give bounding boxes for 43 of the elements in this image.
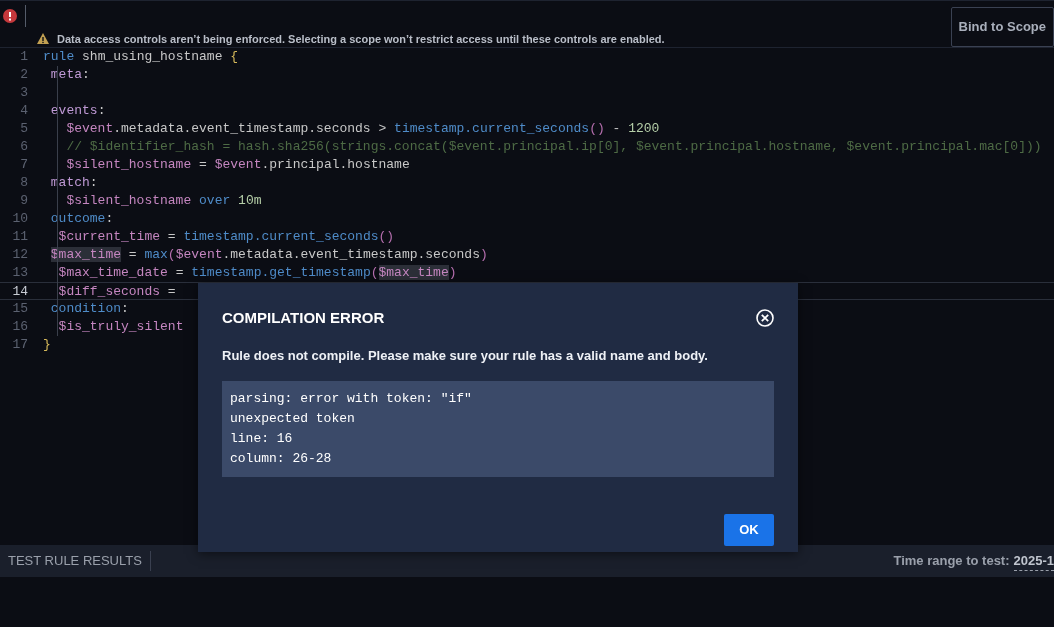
warning-icon	[37, 33, 49, 45]
code-line: condition:	[49, 300, 129, 318]
code-line: $max_time = max($event.metadata.event_timestamp.seconds)	[49, 246, 488, 264]
code-line: }	[42, 336, 51, 354]
line-number: 7	[19, 156, 29, 174]
code-line: $silent_hostname over 10m	[65, 192, 262, 210]
code-line: $silent_hostname = $event.principal.hostname	[65, 156, 410, 174]
line-number: 8	[19, 174, 29, 192]
line-number: 4	[19, 102, 29, 120]
time-range-label: Time range to test:	[893, 552, 1010, 571]
dialog-message: Rule does not compile. Please make sure your rule has a valid name and body.	[222, 346, 709, 365]
code-line: rule shm_using_hostname {	[42, 48, 239, 66]
close-icon[interactable]	[756, 309, 774, 328]
error-icon	[3, 8, 17, 23]
code-line: $is_truly_silent	[57, 318, 184, 336]
line-number: 10	[11, 210, 29, 228]
line-number: 16	[11, 318, 29, 336]
ok-button[interactable]: OK	[724, 514, 774, 546]
line-number: 15	[11, 300, 29, 318]
line-number: 5	[19, 120, 29, 138]
code-line: $current_time = timestamp.current_seconds()	[57, 228, 395, 246]
code-line: $max_time_date = timestamp.get_timestamp($max_time)	[57, 264, 457, 282]
line-number: 6	[19, 138, 29, 156]
code-line: outcome:	[49, 210, 114, 228]
line-number: 12	[11, 246, 29, 264]
line-number: 17	[11, 336, 29, 354]
line-number: 11	[11, 228, 29, 246]
line-number: 13	[11, 264, 29, 282]
line-number: 1	[19, 48, 29, 66]
code-line: events:	[49, 102, 106, 120]
dialog-title: COMPILATION ERROR	[222, 308, 385, 328]
test-rule-results-label: TEST RULE RESULTS	[8, 552, 142, 571]
code-line: $event.metadata.event_timestamp.seconds > timestamp.current_seconds() - 1200	[65, 120, 660, 138]
code-line: $diff_seconds =	[57, 283, 176, 299]
line-number: 14	[11, 283, 29, 299]
line-number: 3	[19, 84, 29, 102]
code-line: // $identifier_hash = hash.sha256(strings.concat($event.principal.ip[0], $event.principal.hostname, $event.principal.mac[0]))	[65, 138, 1042, 156]
time-range-value[interactable]: 2025-1	[1013, 550, 1054, 572]
line-number: 9	[19, 192, 29, 210]
warning-message: Data access controls aren’t being enforced. Selecting a scope won’t restrict access until these controls are enabled.	[57, 31, 665, 47]
error-details: parsing: error with token: "if" unexpected token line: 16 column: 26-28	[222, 381, 774, 477]
bind-to-scope-button[interactable]: Bind to Scope	[950, 7, 1054, 47]
line-number: 2	[19, 66, 29, 84]
